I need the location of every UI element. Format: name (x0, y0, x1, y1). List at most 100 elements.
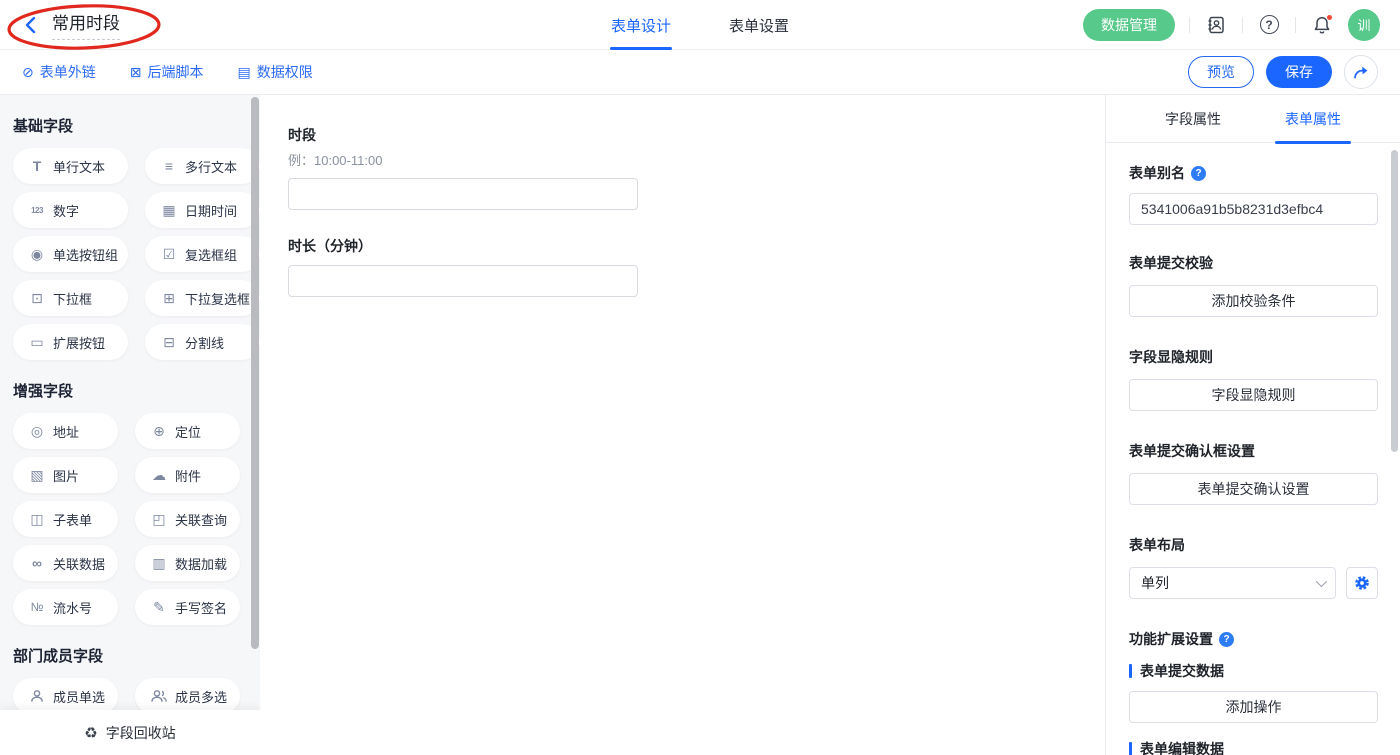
form-canvas[interactable]: 时段 例：10:00-11:00 时长（分钟） (260, 95, 1105, 755)
help-icon[interactable]: ? (1219, 632, 1234, 647)
field-item-subform[interactable]: 子表单 (13, 501, 118, 537)
main-area: 基础字段 单行文本 多行文本 数字 日期时间 单选按钮组 复选框组 下拉框 下拉… (0, 95, 1400, 755)
subform-icon (27, 511, 47, 528)
field-item-label: 单行文本 (53, 157, 105, 176)
canvas-field-duration[interactable]: 时长（分钟） (288, 236, 1105, 297)
form-layout-select[interactable]: 单列 (1129, 567, 1336, 599)
visibility-rule-button[interactable]: 字段显隐规则 (1129, 379, 1378, 411)
linked-query-icon (149, 511, 169, 528)
field-item-number[interactable]: 数字 (13, 192, 128, 228)
data-manage-button[interactable]: 数据管理 (1083, 9, 1175, 41)
field-item-data-load[interactable]: 数据加载 (135, 545, 240, 581)
field-item-label: 流水号 (53, 598, 92, 617)
time-range-input[interactable] (288, 178, 638, 210)
confirm-box-label: 表单提交确认框设置 (1129, 441, 1378, 461)
field-item-signature[interactable]: 手写签名 (135, 589, 240, 625)
divider (1189, 17, 1190, 33)
backend-script-link[interactable]: 后端脚本 (130, 62, 204, 82)
address-icon (27, 423, 47, 440)
number-icon (27, 206, 47, 215)
multi-text-icon (159, 158, 179, 174)
field-item-radio-group[interactable]: 单选按钮组 (13, 236, 128, 272)
header-actions: 数据管理 ? 训 (1083, 9, 1380, 41)
save-button[interactable]: 保存 (1266, 56, 1332, 88)
divider (1295, 17, 1296, 33)
select-icon (27, 290, 47, 307)
field-item-checkbox-group[interactable]: 复选框组 (145, 236, 260, 272)
field-item-serial-number[interactable]: 流水号 (13, 589, 118, 625)
contact-book-icon[interactable] (1204, 13, 1228, 37)
help-icon[interactable]: ? (1257, 13, 1281, 37)
submit-confirm-settings-button[interactable]: 表单提交确认设置 (1129, 473, 1378, 505)
single-text-icon (27, 158, 47, 174)
field-item-image[interactable]: 图片 (13, 457, 118, 493)
backend-script-icon (130, 64, 142, 81)
visibility-rule-label: 字段显隐规则 (1129, 347, 1378, 367)
label-text: 功能扩展设置 (1129, 629, 1213, 649)
field-item-divider[interactable]: 分割线 (145, 324, 260, 360)
external-link-icon (22, 64, 34, 81)
field-item-member-multi[interactable]: 成员多选 (135, 678, 240, 714)
section-title-basic-fields: 基础字段 (13, 115, 240, 136)
properties-panel: 字段属性 表单属性 表单别名 ? 表单提交校验 添加校验条件 字段显隐规则 字段… (1105, 95, 1400, 755)
divider-icon (159, 334, 179, 351)
label-text: 表单编辑数据 (1140, 739, 1224, 755)
tab-form-settings[interactable]: 表单设置 (729, 0, 789, 50)
field-item-label: 日期时间 (185, 201, 237, 220)
tab-form-properties[interactable]: 表单属性 (1285, 95, 1341, 143)
panel-scrollbar[interactable] (1391, 150, 1398, 452)
back-chevron-icon (23, 16, 39, 34)
back-button[interactable] (20, 14, 42, 36)
field-item-select[interactable]: 下拉框 (13, 280, 128, 316)
form-alias-input[interactable] (1129, 193, 1378, 225)
header: 常用时段 表单设计 表单设置 数据管理 ? (0, 0, 1400, 50)
selected-layout-value: 单列 (1141, 573, 1169, 593)
page-title[interactable]: 常用时段 (52, 9, 120, 40)
member-single-icon (27, 689, 47, 703)
form-external-link[interactable]: 表单外链 (22, 62, 96, 82)
panel-tabs: 字段属性 表单属性 (1106, 95, 1400, 143)
field-item-single-text[interactable]: 单行文本 (13, 148, 128, 184)
field-item-address[interactable]: 地址 (13, 413, 118, 449)
field-item-attachment[interactable]: 附件 (135, 457, 240, 493)
section-title-enhanced-fields: 增强字段 (13, 380, 240, 401)
share-button[interactable] (1344, 55, 1378, 89)
canvas-field-time-range[interactable]: 时段 例：10:00-11:00 (288, 125, 1105, 210)
tab-form-design[interactable]: 表单设计 (611, 0, 671, 50)
avatar[interactable]: 训 (1348, 9, 1380, 41)
field-item-multi-text[interactable]: 多行文本 (145, 148, 260, 184)
field-item-location[interactable]: 定位 (135, 413, 240, 449)
submit-data-label: 表单提交数据 (1129, 661, 1378, 681)
recycle-bin-label: 字段回收站 (106, 723, 176, 743)
field-item-expand-button[interactable]: 扩展按钮 (13, 324, 128, 360)
field-item-label: 数字 (53, 201, 79, 220)
layout-settings-button[interactable] (1346, 567, 1378, 599)
field-item-multi-select[interactable]: 下拉复选框 (145, 280, 260, 316)
tab-field-properties[interactable]: 字段属性 (1165, 95, 1221, 143)
field-item-label: 手写签名 (175, 598, 227, 617)
tool-link-label: 后端脚本 (147, 62, 203, 82)
label-text: 表单别名 (1129, 163, 1185, 183)
sidebar-scrollbar[interactable] (251, 97, 259, 649)
duration-input[interactable] (288, 265, 638, 297)
notification-bell-icon[interactable] (1310, 13, 1334, 37)
submit-data-add-action-button[interactable]: 添加操作 (1129, 691, 1378, 723)
field-recycle-bin[interactable]: 字段回收站 (0, 710, 260, 755)
help-icon[interactable]: ? (1191, 166, 1206, 181)
field-item-member-single[interactable]: 成员单选 (13, 678, 118, 714)
member-multi-icon (149, 689, 169, 703)
data-permission-link[interactable]: 数据权限 (237, 62, 312, 82)
expand-button-icon (27, 334, 47, 351)
field-item-datetime[interactable]: 日期时间 (145, 192, 260, 228)
field-item-label: 定位 (175, 422, 201, 441)
preview-button[interactable]: 预览 (1188, 56, 1254, 88)
field-label: 时长（分钟） (288, 236, 1105, 256)
add-check-condition-button[interactable]: 添加校验条件 (1129, 285, 1378, 317)
serial-number-icon (27, 600, 47, 614)
field-item-label: 附件 (175, 466, 201, 485)
field-label: 时段 (288, 125, 1105, 145)
toolbar-actions: 预览 保存 (1188, 55, 1378, 89)
tool-link-label: 表单外链 (40, 62, 96, 82)
field-item-linked-query[interactable]: 关联查询 (135, 501, 240, 537)
field-item-linked-data[interactable]: 关联数据 (13, 545, 118, 581)
